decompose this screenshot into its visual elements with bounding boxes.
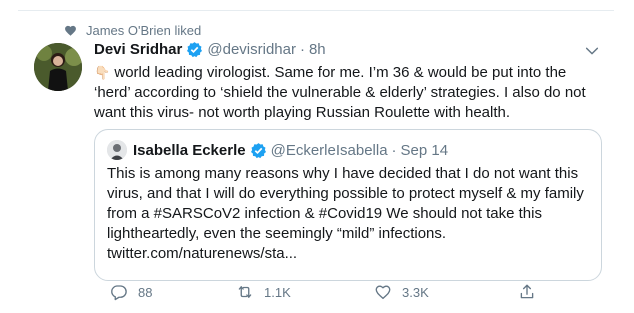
quoted-author-handle: @EckerleIsabella bbox=[270, 141, 388, 159]
quoted-text-line: This is among many reasons why I have de… bbox=[107, 165, 579, 182]
chevron-down-icon[interactable] bbox=[584, 43, 600, 59]
avatar-image bbox=[34, 43, 82, 91]
pointing-down-emoji: 👇🏻 bbox=[94, 65, 111, 80]
heart-outline-icon bbox=[375, 285, 391, 300]
quoted-timestamp: Sep 14 bbox=[400, 141, 449, 159]
social-context-text[interactable]: James O'Brien liked bbox=[86, 23, 201, 38]
quoted-text-line: virus, and that I will do everything pos… bbox=[107, 185, 584, 202]
share-button[interactable] bbox=[518, 283, 546, 301]
separator-dot: · bbox=[299, 41, 305, 58]
avatar[interactable] bbox=[34, 43, 82, 91]
author-name[interactable]: Devi Sridhar bbox=[94, 41, 182, 58]
share-icon bbox=[520, 284, 534, 299]
quoted-tweet-text: This is among many reasons why I have de… bbox=[107, 164, 591, 264]
quoted-tweet[interactable]: Isabella Eckerle @EckerleIsabella · Sep … bbox=[94, 129, 602, 281]
reply-icon bbox=[111, 285, 127, 301]
reply-button[interactable]: 88 bbox=[110, 283, 152, 301]
verified-badge-icon bbox=[250, 142, 266, 158]
like-count: 3.3K bbox=[402, 284, 429, 300]
retweet-icon bbox=[238, 286, 252, 298]
heart-icon bbox=[65, 25, 76, 36]
tweet-header: Devi Sridhar @devisridhar · 8h bbox=[94, 41, 598, 58]
tweet-text-line: ‘herd’ according to ‘shield the vulnerab… bbox=[94, 84, 586, 101]
verified-badge-icon bbox=[187, 42, 203, 58]
tweet-text-line: want this virus- not worth playing Russi… bbox=[94, 104, 511, 121]
retweet-button[interactable]: 1.1K bbox=[236, 283, 291, 301]
quoted-text-line: twitter.com/naturenews/sta... bbox=[107, 245, 298, 262]
like-button[interactable]: 3.3K bbox=[374, 283, 429, 301]
quoted-avatar bbox=[107, 140, 127, 160]
reply-count: 88 bbox=[138, 284, 153, 300]
separator-dot: · bbox=[391, 141, 397, 159]
quoted-author-name: Isabella Eckerle bbox=[133, 141, 246, 159]
quoted-tweet-header: Isabella Eckerle @EckerleIsabella · Sep … bbox=[107, 140, 448, 160]
tweet-actions: 88 1.1K 3.3K bbox=[94, 283, 564, 303]
retweet-count: 1.1K bbox=[264, 284, 291, 300]
tweet-text-line: 👇🏻 world leading virologist. Same for me… bbox=[94, 64, 567, 81]
quoted-avatar-image bbox=[107, 140, 127, 160]
quoted-text-line: lightheartedly, even the seemingly “mild… bbox=[107, 225, 447, 242]
author-handle[interactable]: @devisridhar bbox=[207, 41, 296, 58]
tweet-timestamp[interactable]: 8h bbox=[309, 41, 326, 58]
social-context: James O'Brien liked bbox=[64, 23, 201, 38]
quoted-text-line: from a #SARSCoV2 infection & #Covid19 We… bbox=[107, 205, 542, 222]
tweet[interactable]: James O'Brien liked Devi Sridhar @devisr… bbox=[18, 10, 614, 306]
tweet-text: 👇🏻 world leading virologist. Same for me… bbox=[94, 63, 606, 123]
page: James O'Brien liked Devi Sridhar @devisr… bbox=[0, 0, 634, 313]
